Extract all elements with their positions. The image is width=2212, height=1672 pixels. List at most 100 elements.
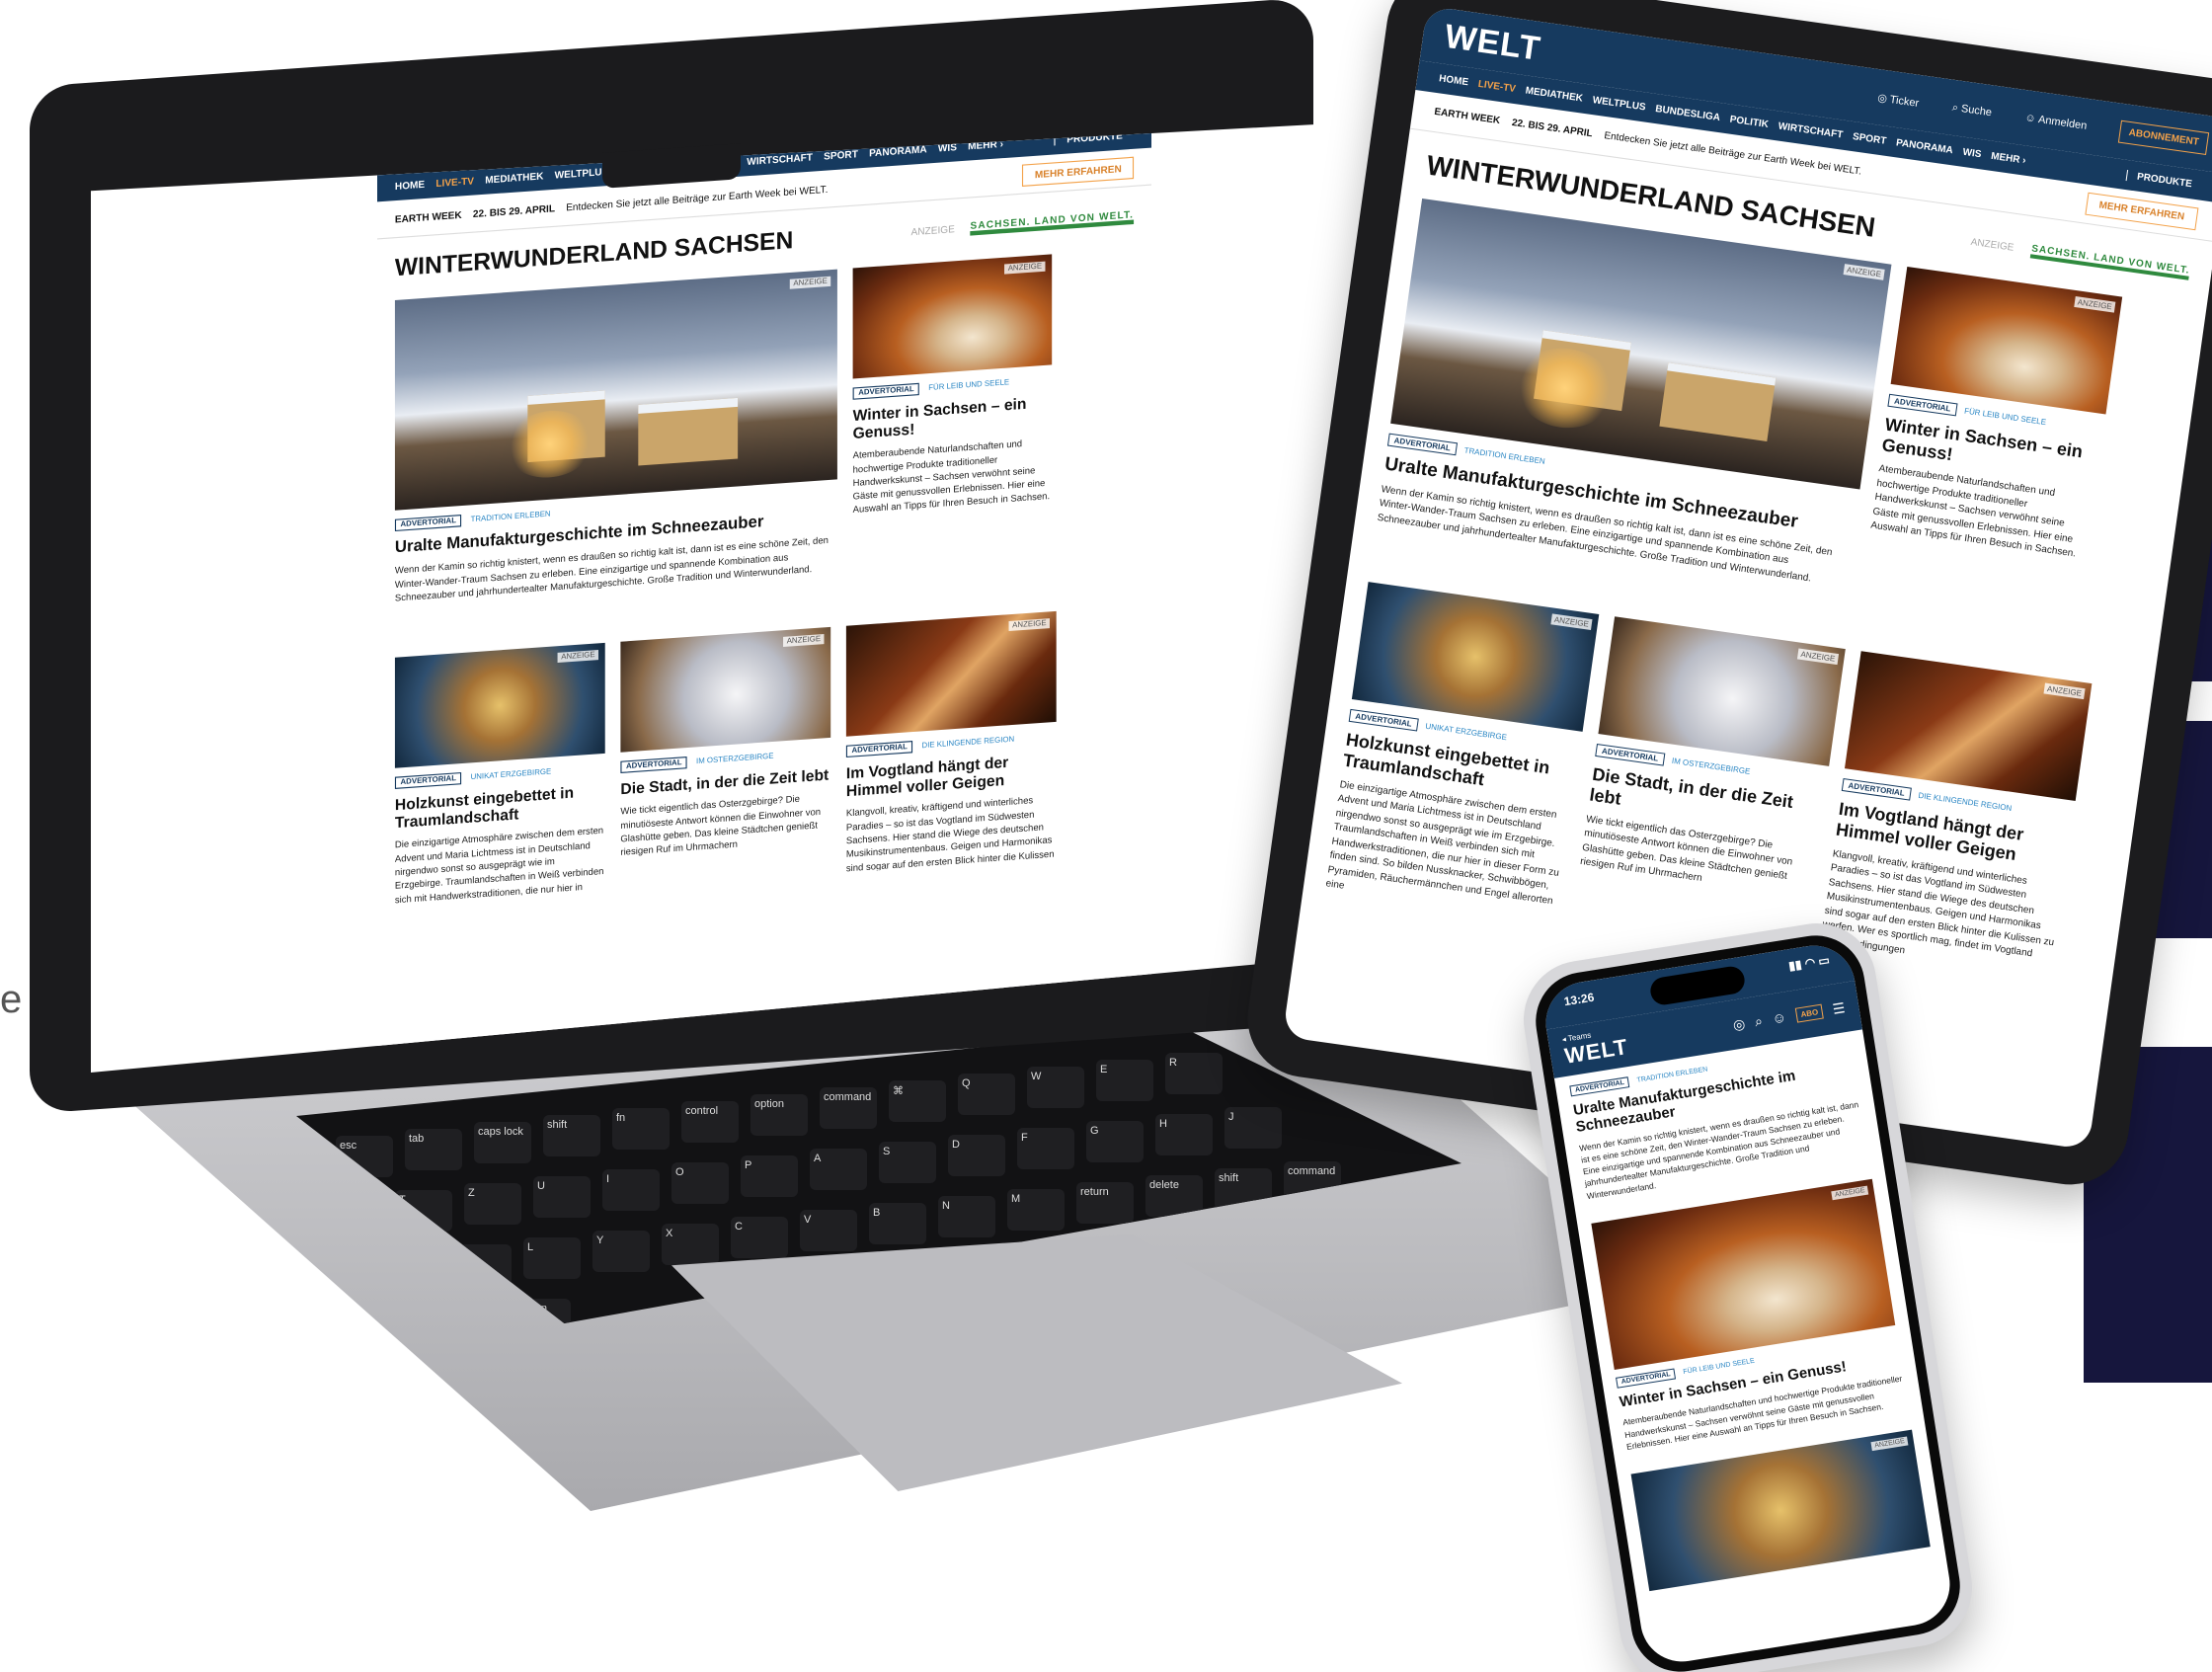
article-category[interactable]: FÜR LEIB UND SEELE <box>928 379 1009 393</box>
keyboard-key[interactable]: I <box>602 1169 660 1211</box>
nav-item[interactable]: LIVE-TV <box>1477 78 1517 94</box>
article-image-violin[interactable]: ANZEIGE <box>845 611 1057 737</box>
keyboard-key[interactable]: O <box>672 1162 729 1204</box>
article-category[interactable]: DIE KLINGENDE REGION <box>1918 791 2013 813</box>
keyboard-key[interactable]: V <box>800 1210 857 1251</box>
sponsor-logo[interactable]: SACHSEN. LAND VON WELT. <box>2030 242 2191 280</box>
nav-item[interactable]: WELTPLUS <box>555 166 609 181</box>
keyboard-key[interactable]: P <box>741 1155 798 1197</box>
article-image-stollen[interactable]: ANZEIGE <box>852 254 1053 379</box>
keyboard-key[interactable]: tab <box>405 1129 462 1170</box>
article-category[interactable]: FÜR LEIB UND SEELE <box>1683 1358 1755 1376</box>
article-image-watch[interactable]: ANZEIGE <box>1598 616 1846 767</box>
article-title[interactable]: Winter in Sachsen – ein Genuss! <box>853 392 1053 441</box>
keyboard-key[interactable]: option <box>750 1094 808 1136</box>
keyboard-key[interactable]: W <box>1027 1067 1084 1108</box>
keyboard-key[interactable]: A <box>810 1149 867 1190</box>
ticker-button[interactable]: ◎ Ticker <box>1877 91 1920 110</box>
article-main[interactable]: ANZEIGE ADVERTORIALTRADITION ERLEBEN Ura… <box>394 269 837 605</box>
keyboard-key[interactable]: N <box>938 1196 995 1237</box>
menu-icon[interactable]: ☰ <box>1832 999 1847 1018</box>
article-category[interactable]: FÜR LEIB UND SEELE <box>1964 407 2047 428</box>
ticker-icon[interactable]: ◎ <box>1732 1015 1747 1034</box>
nav-item[interactable]: POLITIK <box>1729 114 1770 129</box>
article-side[interactable]: ANZEIGE ADVERTORIALFÜR LEIB UND SEELE Wi… <box>852 254 1053 572</box>
article-card[interactable]: ANZEIGE ADVERTORIALIM OSTERZGEBIRGE Die … <box>620 627 831 889</box>
article-card[interactable]: ANZEIGE ADVERTORIALIM OSTERZGEBIRGE Die … <box>1571 616 1846 959</box>
mehr-erfahren-button[interactable]: MEHR ERFAHREN <box>2085 192 2199 231</box>
keyboard-key[interactable]: command <box>820 1087 877 1129</box>
search-button[interactable]: ⌕ Suche <box>1951 101 1993 119</box>
login-button[interactable]: ☺ Anmelden <box>2024 112 2088 132</box>
keyboard-key[interactable]: L <box>523 1237 581 1279</box>
article-side[interactable]: ANZEIGE ADVERTORIALFÜR LEIB UND SEELE Wi… <box>1861 266 2123 624</box>
article-image-violin[interactable]: ANZEIGE <box>1844 651 2093 802</box>
article-category[interactable]: UNIKAT ERZGEBIRGE <box>1425 722 1508 743</box>
nav-item[interactable]: MEHR › <box>1990 150 2026 166</box>
nav-item[interactable]: MEDIATHEK <box>1525 85 1584 104</box>
article-title[interactable]: Holzkunst eingebettet in Traumlandschaft <box>395 781 605 832</box>
keyboard-key[interactable]: C <box>731 1217 788 1258</box>
article-category[interactable]: TRADITION ERLEBEN <box>1636 1067 1708 1084</box>
keyboard-key[interactable]: E <box>1096 1060 1153 1101</box>
mehr-erfahren-button[interactable]: MEHR ERFAHREN <box>1022 156 1135 187</box>
nav-item[interactable]: HOME <box>1438 73 1468 88</box>
keyboard-key[interactable]: J <box>1224 1107 1282 1149</box>
article-image-decoration[interactable]: ANZEIGE <box>394 643 605 768</box>
keyboard-key[interactable]: U <box>533 1176 591 1218</box>
nav-item[interactable]: LIVE-TV <box>435 175 474 189</box>
article-category[interactable]: IM OSTERZGEBIRGE <box>1671 756 1750 776</box>
nav-item[interactable]: MEDIATHEK <box>485 170 543 185</box>
article-image-decoration[interactable]: ANZEIGE <box>1630 1429 1931 1592</box>
article-category[interactable]: UNIKAT ERZGEBIRGE <box>471 768 552 782</box>
article-image-decoration[interactable]: ANZEIGE <box>1351 582 1600 733</box>
article-image-stollen[interactable]: ANZEIGE <box>1890 266 2123 415</box>
keyboard-key[interactable]: S <box>879 1142 936 1183</box>
keyboard-key[interactable]: shift <box>543 1115 600 1156</box>
keyboard-key[interactable]: Y <box>592 1231 650 1272</box>
produkte-button[interactable]: PRODUKTE <box>2125 169 2193 190</box>
article-category[interactable]: DIE KLINGENDE REGION <box>922 736 1015 750</box>
keyboard-key[interactable]: D <box>948 1135 1005 1176</box>
article-card[interactable]: ANZEIGE ADVERTORIALUNIKAT ERZGEBIRGE Hol… <box>1325 582 1600 923</box>
article-title[interactable]: Im Vogtland hängt der Himmel voller Geig… <box>846 750 1057 800</box>
keyboard-key[interactable]: X <box>662 1224 719 1265</box>
keyboard-key[interactable]: H <box>1155 1114 1213 1155</box>
keyboard-key[interactable]: Z <box>464 1183 521 1225</box>
welt-logo[interactable]: WELT <box>1443 17 1543 68</box>
nav-item[interactable]: SPORT <box>1852 131 1887 147</box>
article-category[interactable]: IM OSTERZGEBIRGE <box>696 753 773 765</box>
keyboard-key[interactable]: G <box>1086 1121 1144 1162</box>
keyboard-key[interactable]: Q <box>958 1074 1015 1115</box>
keyboard-key[interactable]: ⌘ <box>889 1080 946 1122</box>
keyboard-key[interactable]: caps lock <box>474 1122 531 1163</box>
keyboard-key[interactable]: control <box>681 1101 739 1143</box>
nav-item[interactable]: BUNDESLIGA <box>1655 104 1721 123</box>
abonnement-button[interactable]: ABONNEMENT <box>2118 119 2210 155</box>
nav-item[interactable]: WELTPLUS <box>1592 95 1646 113</box>
keyboard-key[interactable]: B <box>869 1203 926 1244</box>
article-image-winter-village[interactable]: ANZEIGE <box>394 269 837 511</box>
nav-item[interactable]: WIS <box>1962 146 1982 160</box>
article-image-watch[interactable]: ANZEIGE <box>620 627 831 753</box>
keyboard-key[interactable]: F <box>1017 1128 1074 1169</box>
sponsor-logo[interactable]: SACHSEN. LAND VON WELT. <box>970 208 1135 236</box>
nav-item[interactable]: WIRTSCHAFT <box>1778 120 1844 140</box>
keyboard-key[interactable]: return <box>1076 1182 1134 1224</box>
article-main[interactable]: ANZEIGE ADVERTORIALTRADITION ERLEBEN Ura… <box>1377 198 1892 592</box>
image-tag: ANZEIGE <box>1831 1185 1869 1201</box>
keyboard-key[interactable]: delete <box>1146 1175 1203 1217</box>
keyboard-key[interactable]: fn <box>612 1108 670 1150</box>
nav-item[interactable]: PANORAMA <box>1895 137 1953 156</box>
article-category[interactable]: TRADITION ERLEBEN <box>1463 445 1545 465</box>
promo-label: EARTH WEEK <box>394 208 462 225</box>
keyboard-key[interactable]: R <box>1165 1053 1223 1094</box>
user-icon[interactable]: ☺ <box>1771 1008 1787 1026</box>
nav-item[interactable]: HOME <box>395 179 425 192</box>
article-card[interactable]: ANZEIGE ADVERTORIALUNIKAT ERZGEBIRGE Hol… <box>394 643 605 905</box>
keyboard-key[interactable]: M <box>1007 1189 1065 1231</box>
article-category[interactable]: TRADITION ERLEBEN <box>471 511 551 524</box>
article-card[interactable]: ANZEIGE ADVERTORIALDIE KLINGENDE REGION … <box>845 611 1057 873</box>
search-icon[interactable]: ⌕ <box>1754 1012 1764 1030</box>
abo-button[interactable]: ABO <box>1794 1003 1825 1023</box>
